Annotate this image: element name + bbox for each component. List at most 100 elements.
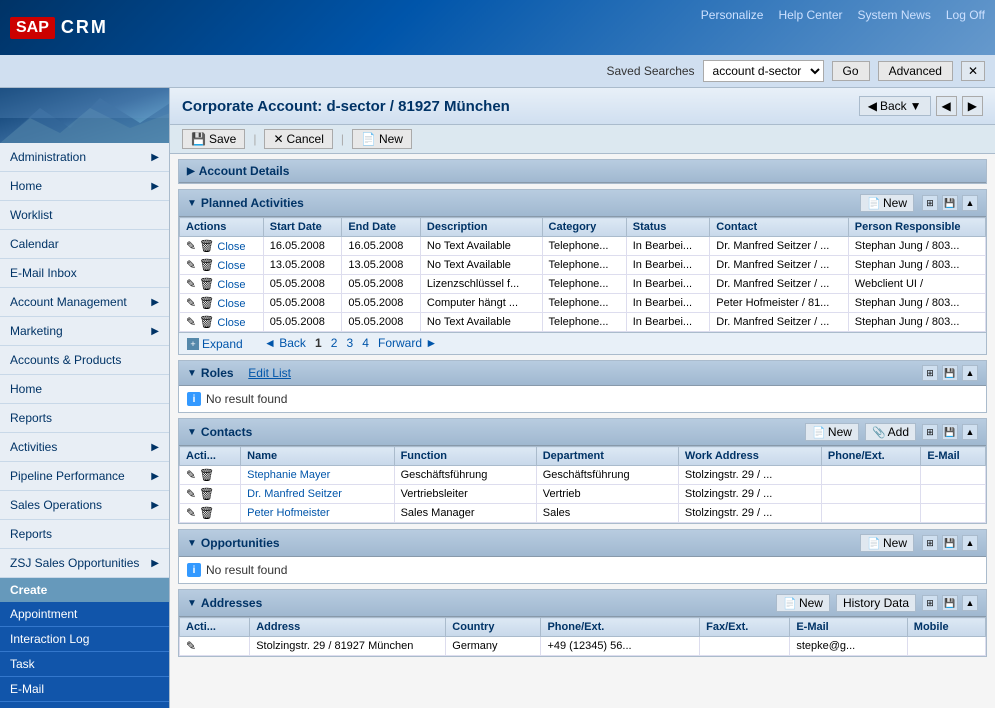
contacts-header[interactable]: ▼ Contacts 📄 New 📎 Add ⊞ 💾 ▲ [179, 419, 986, 446]
log-off-link[interactable]: Log Off [946, 8, 985, 22]
sidebar-item-calendar[interactable]: Calendar [0, 230, 169, 259]
page-1[interactable]: 1 [312, 336, 325, 350]
delete-icon[interactable]: 🗑 [199, 296, 214, 310]
section-icon-2[interactable]: 💾 [942, 595, 958, 611]
expand-link[interactable]: Expand [202, 337, 243, 351]
roles-header[interactable]: ▼ Roles Edit List ⊞ 💾 ▲ [179, 361, 986, 386]
section-icon-1[interactable]: ⊞ [922, 365, 938, 381]
section-icon-1[interactable]: ⊞ [922, 195, 938, 211]
sidebar-item-reports1[interactable]: Reports [0, 404, 169, 433]
create-email[interactable]: E-Mail [0, 677, 169, 702]
sidebar-item-email-inbox[interactable]: E-Mail Inbox [0, 259, 169, 288]
section-icon-3[interactable]: ▲ [962, 595, 978, 611]
edit-icon[interactable]: ✎ [186, 239, 196, 253]
go-button[interactable]: Go [832, 61, 870, 81]
create-task[interactable]: Task [0, 652, 169, 677]
sidebar-item-activities[interactable]: Activities ▶ [0, 433, 169, 462]
roles-edit-list-button[interactable]: Edit List [248, 366, 291, 380]
contacts-add-button[interactable]: 📎 Add [865, 423, 916, 441]
opportunities-new-button[interactable]: 📄 New [860, 534, 914, 552]
edit-icon[interactable]: ✎ [186, 258, 196, 272]
department-cell: Geschäftsführung [536, 466, 678, 485]
page-2[interactable]: 2 [328, 336, 341, 350]
section-icon-3[interactable]: ▲ [962, 195, 978, 211]
close-link[interactable]: Close [217, 298, 245, 310]
sidebar-item-marketing[interactable]: Marketing ▶ [0, 317, 169, 346]
section-icon-1[interactable]: ⊞ [922, 535, 938, 551]
delete-icon[interactable]: 🗑 [199, 239, 214, 253]
opportunities-header[interactable]: ▼ Opportunities 📄 New ⊞ 💾 ▲ [179, 530, 986, 557]
addresses-new-button[interactable]: 📄 New [776, 594, 830, 612]
name-cell[interactable]: Dr. Manfred Seitzer [241, 485, 394, 504]
actions-cell: ✎ 🗑 [180, 485, 241, 504]
advanced-button[interactable]: Advanced [878, 61, 953, 81]
nav-next-button[interactable]: ▶ [962, 96, 983, 116]
opportunities-title: Opportunities [201, 536, 280, 550]
close-link[interactable]: Close [217, 279, 245, 291]
new-button[interactable]: 📄 New [352, 129, 412, 149]
save-button[interactable]: 💾 Save [182, 129, 245, 149]
sidebar-item-sales-operations[interactable]: Sales Operations ▶ [0, 491, 169, 520]
search-extra-button[interactable]: ✕ [961, 61, 985, 81]
sidebar-item-account-management[interactable]: Account Management ▶ [0, 288, 169, 317]
personalize-link[interactable]: Personalize [701, 8, 764, 22]
edit-icon[interactable]: ✎ [186, 506, 196, 520]
close-link[interactable]: Close [217, 260, 245, 272]
page-3[interactable]: 3 [344, 336, 357, 350]
sidebar-item-pipeline-performance[interactable]: Pipeline Performance ▶ [0, 462, 169, 491]
delete-icon[interactable]: 🗑 [199, 315, 214, 329]
contacts-new-button[interactable]: 📄 New [805, 423, 859, 441]
sidebar-item-home1[interactable]: Home ▶ [0, 172, 169, 201]
section-icon-3[interactable]: ▲ [962, 535, 978, 551]
page-forward[interactable]: Forward ► [375, 336, 440, 350]
system-news-link[interactable]: System News [858, 8, 931, 22]
content-header: Corporate Account: d-sector / 81927 Münc… [170, 88, 995, 125]
edit-icon[interactable]: ✎ [186, 315, 196, 329]
name-cell[interactable]: Stephanie Mayer [241, 466, 394, 485]
edit-icon[interactable]: ✎ [186, 296, 196, 310]
edit-icon[interactable]: ✎ [186, 277, 196, 291]
planned-activities-header[interactable]: ▼ Planned Activities 📄 New ⊞ 💾 ▲ [179, 190, 986, 217]
sidebar-item-zsj-sales[interactable]: ZSJ Sales Opportunities ▶ [0, 549, 169, 578]
sidebar-item-accounts-products[interactable]: Accounts & Products [0, 346, 169, 375]
close-link[interactable]: Close [217, 241, 245, 253]
addresses-header[interactable]: ▼ Addresses 📄 New History Data ⊞ 💾 ▲ [179, 590, 986, 617]
account-details-header[interactable]: ▶ Account Details [179, 160, 986, 183]
page-4[interactable]: 4 [359, 336, 372, 350]
crm-logo: CRM [61, 17, 108, 38]
sidebar-item-administration[interactable]: Administration ▶ [0, 143, 169, 172]
section-icon-3[interactable]: ▲ [962, 365, 978, 381]
edit-icon[interactable]: ✎ [186, 468, 196, 482]
section-icon-2[interactable]: 💾 [942, 535, 958, 551]
delete-icon[interactable]: 🗑 [199, 258, 214, 272]
sidebar-item-home2[interactable]: Home [0, 375, 169, 404]
planned-activities-new-button[interactable]: 📄 New [860, 194, 914, 212]
create-interaction-log[interactable]: Interaction Log [0, 627, 169, 652]
delete-icon[interactable]: 🗑 [199, 277, 214, 291]
saved-searches-select[interactable]: account d-sector [703, 60, 824, 82]
create-contact[interactable]: Contact [0, 702, 169, 708]
delete-icon[interactable]: 🗑 [199, 506, 214, 520]
close-link[interactable]: Close [217, 317, 245, 329]
create-appointment[interactable]: Appointment [0, 602, 169, 627]
help-center-link[interactable]: Help Center [778, 8, 842, 22]
end-date-cell: 05.05.2008 [342, 313, 421, 332]
section-icon-2[interactable]: 💾 [942, 195, 958, 211]
sidebar-item-worklist[interactable]: Worklist [0, 201, 169, 230]
addresses-history-button[interactable]: History Data [836, 594, 916, 612]
section-icon-2[interactable]: 💾 [942, 365, 958, 381]
section-icon-3[interactable]: ▲ [962, 424, 978, 440]
name-cell[interactable]: Peter Hofmeister [241, 504, 394, 523]
page-back[interactable]: ◄ Back [261, 336, 309, 350]
section-icon-2[interactable]: 💾 [942, 424, 958, 440]
section-icon-1[interactable]: ⊞ [922, 424, 938, 440]
section-icon-1[interactable]: ⊞ [922, 595, 938, 611]
nav-prev-button[interactable]: ◀ [936, 96, 957, 116]
edit-icon[interactable]: ✎ [186, 639, 196, 653]
delete-icon[interactable]: 🗑 [199, 468, 214, 482]
delete-icon[interactable]: 🗑 [199, 487, 214, 501]
cancel-button[interactable]: ✕ Cancel [264, 129, 332, 149]
edit-icon[interactable]: ✎ [186, 487, 196, 501]
sidebar-item-reports2[interactable]: Reports [0, 520, 169, 549]
back-button[interactable]: ◀ Back ▼ [859, 96, 931, 116]
